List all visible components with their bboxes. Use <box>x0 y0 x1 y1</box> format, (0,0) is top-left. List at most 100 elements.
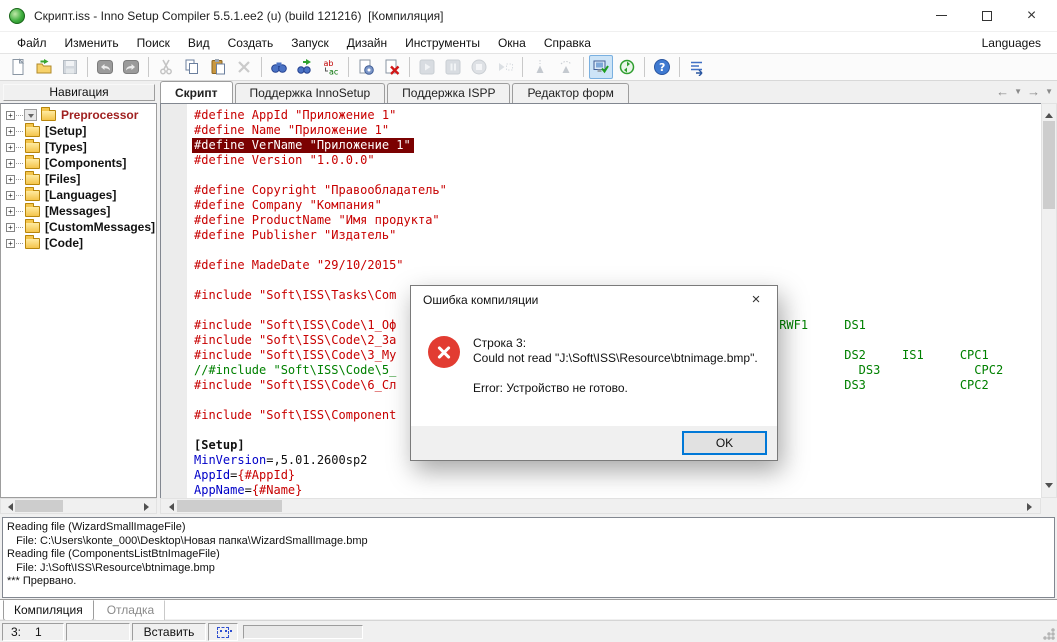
tree-expand-icon[interactable]: + <box>6 223 15 232</box>
editor-horizontal-scrollbar[interactable] <box>160 498 1041 514</box>
tree-expand-icon[interactable]: + <box>6 111 15 120</box>
find-button[interactable] <box>267 55 291 79</box>
uninstall-setup-icon <box>619 59 635 75</box>
setup-wizard-button[interactable] <box>589 55 613 79</box>
forward-arrow-icon[interactable]: → <box>1025 84 1042 99</box>
help-button[interactable]: ? <box>650 55 674 79</box>
toolbar-separator <box>644 57 645 77</box>
tree-expand-icon[interactable]: + <box>6 127 15 136</box>
ok-button[interactable]: OK <box>682 431 767 455</box>
dialog-title-bar[interactable]: Ошибка компиляции × <box>411 286 777 313</box>
folder-icon <box>25 122 40 137</box>
open-file-button[interactable] <box>32 55 56 79</box>
scroll-up-icon[interactable] <box>1045 109 1053 118</box>
replace-button[interactable]: ab ac <box>319 55 343 79</box>
tree-item-types[interactable]: + [Types] <box>1 138 156 155</box>
tree-item-messages[interactable]: + [Messages] <box>1 202 156 219</box>
tree-item-languages[interactable]: + [Languages] <box>1 186 156 203</box>
tree-item-files[interactable]: + [Files] <box>1 170 156 187</box>
resize-grip-icon[interactable] <box>1043 628 1055 640</box>
step-into-button[interactable] <box>528 55 552 79</box>
tree-expand-icon[interactable]: + <box>6 191 15 200</box>
scroll-right-icon[interactable] <box>144 503 153 511</box>
menu-item-Файл[interactable]: Файл <box>8 34 56 52</box>
menu-item-Вид[interactable]: Вид <box>179 34 219 52</box>
delete-button[interactable] <box>232 55 256 79</box>
scroll-right-icon[interactable] <box>1027 503 1036 511</box>
menu-item-Запуск[interactable]: Запуск <box>282 34 338 52</box>
log-line: Reading file (ComponentsListBtnImageFile… <box>7 548 220 560</box>
find-next-button[interactable] <box>293 55 317 79</box>
scroll-thumb[interactable] <box>15 500 63 512</box>
tree-item-code[interactable]: + [Code] <box>1 234 156 251</box>
tab-script[interactable]: Скрипт <box>160 81 233 103</box>
menu-item-Поиск[interactable]: Поиск <box>128 34 179 52</box>
close-button[interactable]: × <box>1009 0 1054 31</box>
code-segment: =,5.01.2600sp2 <box>266 453 368 467</box>
scroll-thumb[interactable] <box>177 500 282 512</box>
scroll-down-icon[interactable] <box>1045 483 1053 492</box>
log-line: File: J:\Soft\ISS\Resource\btnimage.bmp <box>7 561 215 574</box>
back-arrow-icon[interactable]: ← <box>994 84 1011 99</box>
abort-compile-button[interactable] <box>380 55 404 79</box>
tree-connector <box>16 163 23 164</box>
uninstall-setup-button[interactable] <box>615 55 639 79</box>
tree-expand-icon[interactable]: + <box>6 175 15 184</box>
scroll-thumb[interactable] <box>1043 121 1055 209</box>
menu-item-Изменить[interactable]: Изменить <box>56 34 128 52</box>
menu-item-Создать[interactable]: Создать <box>219 34 283 52</box>
compile-button[interactable] <box>354 55 378 79</box>
tab-ispp-support[interactable]: Поддержка ISPP <box>387 83 511 103</box>
tree-item-label: [Files] <box>45 172 81 186</box>
editor-vertical-scrollbar[interactable] <box>1041 103 1057 498</box>
code-segment: #define Company "Компания" <box>194 198 382 212</box>
tree-expand-icon[interactable]: + <box>6 239 15 248</box>
run-to-cursor-button[interactable] <box>493 55 517 79</box>
menu-item-Справка[interactable]: Справка <box>535 34 600 52</box>
menu-item-Дизайн[interactable]: Дизайн <box>338 34 396 52</box>
maximize-button[interactable] <box>964 0 1009 31</box>
cut-button[interactable] <box>154 55 178 79</box>
redo-button[interactable] <box>119 55 143 79</box>
preprocessor-dropdown-icon[interactable] <box>24 109 37 121</box>
save-file-button[interactable] <box>58 55 82 79</box>
stop-button[interactable] <box>467 55 491 79</box>
nav-horizontal-scrollbar[interactable] <box>0 498 157 514</box>
minimize-button[interactable] <box>919 0 964 31</box>
pause-button[interactable] <box>441 55 465 79</box>
tree-item-label: [Code] <box>45 236 83 250</box>
code-line: #define MadeDate "29/10/2015" <box>194 258 1003 273</box>
tab-compilation[interactable]: Компиляция <box>3 600 94 621</box>
cursor-position: 3: 1 <box>2 623 64 641</box>
back-dropdown-icon[interactable]: ▼ <box>1014 87 1022 96</box>
tab-form-editor[interactable]: Редактор форм <box>512 83 629 103</box>
run-button[interactable] <box>415 55 439 79</box>
tree-item-custommessages[interactable]: + [CustomMessages] <box>1 218 156 235</box>
copy-button[interactable] <box>180 55 204 79</box>
tree-expand-icon[interactable]: + <box>6 207 15 216</box>
copy-icon <box>185 59 198 74</box>
output-jump-button[interactable] <box>685 55 709 79</box>
step-over-button[interactable] <box>554 55 578 79</box>
tree-expand-icon[interactable]: + <box>6 159 15 168</box>
scroll-left-icon[interactable] <box>165 503 174 511</box>
dialog-close-button[interactable]: × <box>735 286 777 312</box>
new-file-button[interactable] <box>6 55 30 79</box>
menu-languages[interactable]: Languages <box>978 34 1045 52</box>
paste-button[interactable] <box>206 55 230 79</box>
tab-debug[interactable]: Отладка <box>95 600 166 621</box>
tree-item-preprocessor[interactable]: + Preprocessor <box>1 106 156 123</box>
menu-item-Окна[interactable]: Окна <box>489 34 535 52</box>
menu-item-Инструменты[interactable]: Инструменты <box>396 34 489 52</box>
tab-innosetup-support[interactable]: Поддержка InnoSetup <box>234 83 386 103</box>
forward-dropdown-icon[interactable]: ▼ <box>1045 87 1053 96</box>
tree-item-components[interactable]: + [Components] <box>1 154 156 171</box>
tree-expand-icon[interactable]: + <box>6 143 15 152</box>
scroll-left-icon[interactable] <box>4 503 13 511</box>
undo-button[interactable] <box>93 55 117 79</box>
navigation-header[interactable]: Навигация <box>3 84 155 101</box>
tree-item-setup[interactable]: + [Setup] <box>1 122 156 139</box>
code-segment: = <box>244 483 252 497</box>
svg-text:ac: ac <box>329 68 338 77</box>
